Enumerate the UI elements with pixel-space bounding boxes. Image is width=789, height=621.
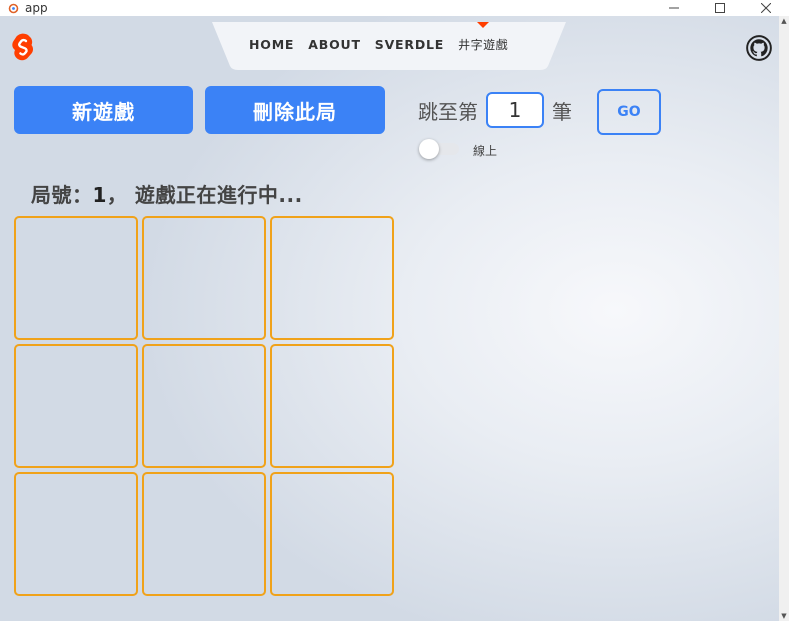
- board-cell-3[interactable]: [14, 344, 138, 468]
- active-caret-icon: [477, 22, 490, 28]
- board-cell-5[interactable]: [270, 344, 394, 468]
- online-toggle[interactable]: [419, 139, 461, 159]
- game-status-message: ， 遊戲正在進行中...: [106, 183, 303, 207]
- github-icon[interactable]: [746, 35, 772, 61]
- window-titlebar: app: [0, 0, 789, 16]
- game-number-label: 局號：: [31, 183, 93, 207]
- nav-item-about[interactable]: ABOUT: [301, 24, 368, 66]
- maximize-button[interactable]: [697, 0, 743, 16]
- toggle-knob: [419, 139, 439, 159]
- new-game-button[interactable]: 新遊戲: [14, 86, 193, 134]
- window-controls: [651, 0, 789, 16]
- window-title: app: [25, 1, 48, 15]
- record-number-input[interactable]: [486, 92, 544, 128]
- nav-item-home[interactable]: HOME: [242, 24, 301, 66]
- game-status: 局號：1， 遊戲正在進行中...: [31, 179, 303, 208]
- minimize-button[interactable]: [651, 0, 697, 16]
- close-button[interactable]: [743, 0, 789, 16]
- jump-prefix-label: 跳至第: [418, 99, 478, 124]
- board-cell-0[interactable]: [14, 216, 138, 340]
- go-button[interactable]: GO: [597, 89, 661, 135]
- app-icon: [8, 3, 19, 14]
- online-label: 線上: [473, 144, 498, 158]
- scroll-up-icon[interactable]: ▲: [779, 16, 789, 26]
- tictactoe-board: [14, 216, 398, 600]
- game-number: 1: [92, 183, 107, 207]
- nav-item-tictactoe[interactable]: 井字遊戲: [451, 22, 515, 66]
- board-cell-7[interactable]: [142, 472, 266, 596]
- delete-game-button[interactable]: 刪除此局: [205, 86, 385, 134]
- scroll-down-icon[interactable]: ▼: [779, 611, 789, 621]
- nav-item-tictactoe-label: 井字遊戲: [458, 38, 509, 52]
- svelte-logo-icon[interactable]: [10, 32, 36, 62]
- jump-suffix-label: 筆: [552, 99, 572, 124]
- jump-to-record: 跳至第 筆: [418, 90, 572, 130]
- site-header: HOME ABOUT SVERDLE 井字遊戲: [0, 16, 779, 70]
- board-cell-6[interactable]: [14, 472, 138, 596]
- main-nav: HOME ABOUT SVERDLE 井字遊戲: [242, 22, 542, 66]
- board-cell-4[interactable]: [142, 344, 266, 468]
- vertical-scrollbar[interactable]: ▲ ▼: [779, 16, 789, 621]
- board-cell-2[interactable]: [270, 216, 394, 340]
- board-cell-1[interactable]: [142, 216, 266, 340]
- board-cell-8[interactable]: [270, 472, 394, 596]
- nav-item-sverdle[interactable]: SVERDLE: [368, 24, 451, 66]
